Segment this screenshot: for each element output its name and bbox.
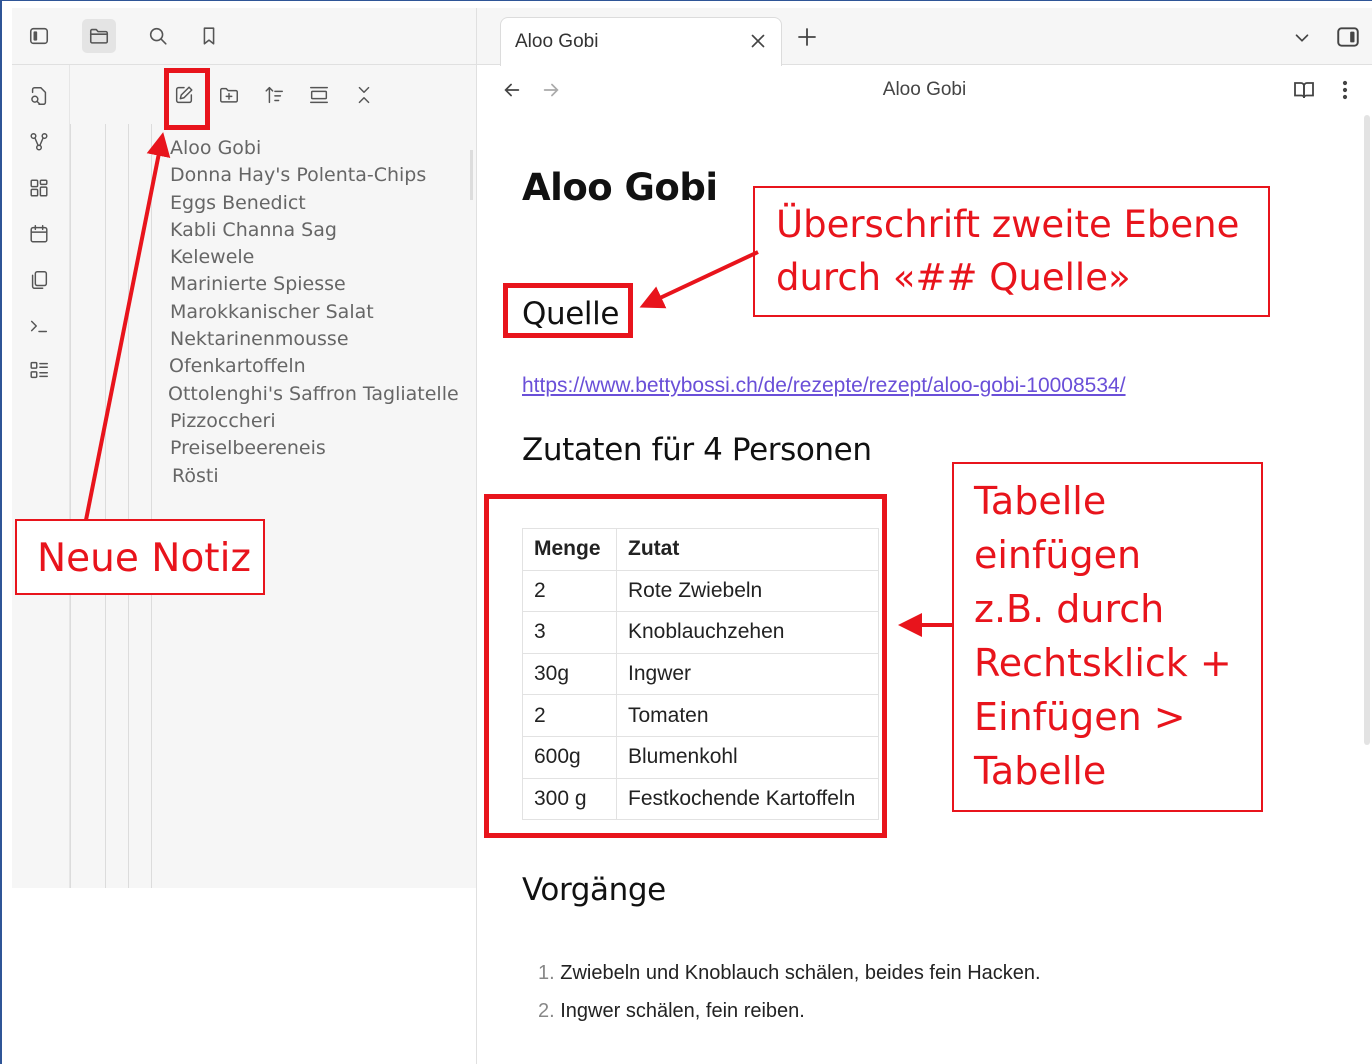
file-item[interactable]: Marokkanischer Salat bbox=[170, 299, 470, 326]
note-title: Aloo Gobi bbox=[522, 166, 718, 209]
bookmarks-tab-button[interactable] bbox=[192, 19, 226, 53]
tree-indent-guide bbox=[70, 124, 71, 888]
tab-bar: Aloo Gobi bbox=[477, 8, 1372, 66]
close-tab-button[interactable] bbox=[747, 30, 769, 52]
collapse-all-icon bbox=[358, 86, 370, 104]
annotation-table-line: Einfügen > bbox=[974, 695, 1186, 739]
files-tab-button[interactable] bbox=[82, 19, 116, 53]
annotation-highlight-heading bbox=[503, 283, 633, 338]
file-list-scrollbar[interactable] bbox=[470, 150, 473, 200]
command-palette-icon bbox=[30, 320, 48, 333]
sidebar-toolbar bbox=[12, 8, 476, 65]
annotation-table-line: z.B. durch bbox=[974, 587, 1165, 631]
folder-icon bbox=[89, 28, 109, 44]
chevron-down-icon bbox=[1295, 34, 1309, 42]
more-vertical-icon bbox=[1342, 80, 1348, 100]
source-link[interactable]: https://www.bettybossi.ch/de/rezepte/rez… bbox=[522, 374, 1126, 398]
right-sidebar-toggle[interactable] bbox=[1335, 24, 1361, 50]
tab-list-button[interactable] bbox=[1291, 27, 1313, 49]
list-item: 1. Zwiebeln und Knoblauch schälen, beide… bbox=[538, 954, 1041, 992]
sort-icon bbox=[265, 86, 283, 104]
templates-button[interactable] bbox=[24, 265, 54, 295]
bases-icon bbox=[30, 361, 48, 379]
quick-switcher-icon bbox=[31, 87, 47, 105]
search-icon bbox=[149, 27, 167, 45]
annotation-table-line: Tabelle bbox=[974, 749, 1107, 793]
list-number: 1. bbox=[538, 962, 555, 984]
annotation-highlight-new-note bbox=[164, 68, 210, 130]
command-palette-button[interactable] bbox=[24, 311, 54, 341]
ribbon bbox=[12, 65, 70, 888]
steps-list: 1. Zwiebeln und Knoblauch schälen, beide… bbox=[538, 954, 1041, 1030]
file-item[interactable]: Donna Hay's Polenta-Chips bbox=[170, 162, 470, 189]
view-title[interactable]: Aloo Gobi bbox=[477, 79, 1372, 101]
plus-icon bbox=[798, 28, 816, 46]
bases-button[interactable] bbox=[24, 355, 54, 385]
file-item[interactable]: Nektarinenmousse bbox=[170, 326, 470, 353]
bookmark-icon bbox=[203, 27, 215, 45]
list-number: 2. bbox=[538, 1000, 555, 1022]
search-tab-button[interactable] bbox=[141, 19, 175, 53]
list-text: Zwiebeln und Knoblauch schälen, beides f… bbox=[560, 962, 1041, 984]
file-list: Aloo Gobi Donna Hay's Polenta-Chips Eggs… bbox=[168, 135, 470, 490]
book-open-icon bbox=[1294, 82, 1314, 99]
collapse-all-button[interactable] bbox=[347, 78, 381, 112]
tree-indent-guide bbox=[128, 124, 129, 888]
annotation-table-line: Rechtsklick + bbox=[974, 641, 1232, 685]
heading-steps: Vorgänge bbox=[522, 872, 666, 908]
daily-note-button[interactable] bbox=[24, 219, 54, 249]
file-item[interactable]: Marinierte Spiesse bbox=[170, 271, 470, 298]
list-item: 2. Ingwer schälen, fein reiben. bbox=[538, 992, 1041, 1030]
heading-ingredients: Zutaten für 4 Personen bbox=[522, 432, 872, 468]
view-header: Aloo Gobi bbox=[477, 66, 1372, 116]
annotation-table-line: einfügen bbox=[974, 533, 1142, 577]
tab-aloo-gobi[interactable]: Aloo Gobi bbox=[500, 17, 782, 66]
calendar-icon bbox=[30, 225, 48, 243]
auto-reveal-icon bbox=[310, 86, 328, 104]
list-text: Ingwer schälen, fein reiben. bbox=[560, 1000, 805, 1022]
file-item[interactable]: Kelewele bbox=[170, 244, 470, 271]
annotation-table-line: Tabelle bbox=[974, 479, 1107, 523]
auto-reveal-button[interactable] bbox=[302, 78, 336, 112]
quick-switcher-button[interactable] bbox=[24, 81, 54, 111]
annotation-heading: Überschrift zweite Ebene durch «## Quell… bbox=[753, 186, 1270, 317]
new-tab-button[interactable] bbox=[795, 25, 819, 49]
sidebar-right-icon bbox=[1337, 27, 1359, 47]
close-icon bbox=[751, 34, 765, 48]
sort-button[interactable] bbox=[257, 78, 291, 112]
sidebar-toggle-icon bbox=[29, 27, 49, 45]
canvas-button[interactable] bbox=[24, 173, 54, 203]
new-folder-button[interactable] bbox=[212, 78, 246, 112]
annotation-highlight-table bbox=[484, 494, 887, 838]
file-item[interactable]: Ottolenghi's Saffron Tagliatelle bbox=[168, 381, 470, 408]
file-item[interactable]: Rösti bbox=[172, 463, 470, 490]
file-item[interactable]: Kabli Channa Sag bbox=[170, 217, 470, 244]
editor-scrollbar[interactable] bbox=[1364, 115, 1370, 745]
annotation-heading-line: Überschrift zweite Ebene bbox=[776, 203, 1240, 246]
annotation-table: Tabelle einfügen z.B. durch Rechtsklick … bbox=[952, 462, 1263, 812]
canvas-icon bbox=[30, 179, 48, 197]
templates-icon bbox=[31, 271, 48, 289]
reading-mode-button[interactable] bbox=[1292, 78, 1316, 102]
sidebar-empty-area bbox=[12, 888, 476, 1064]
tree-indent-guide bbox=[105, 124, 106, 888]
new-folder-icon bbox=[220, 87, 238, 103]
annotation-new-note: Neue Notiz bbox=[15, 519, 265, 595]
more-options-button[interactable] bbox=[1333, 78, 1357, 102]
graph-view-button[interactable] bbox=[24, 127, 54, 157]
file-item[interactable]: Ofenkartoffeln bbox=[169, 353, 470, 380]
annotation-heading-line: durch «## Quelle» bbox=[776, 256, 1131, 299]
graph-icon bbox=[30, 133, 48, 151]
file-item[interactable]: Aloo Gobi bbox=[170, 135, 470, 162]
sidebar-toggle-button[interactable] bbox=[22, 19, 56, 53]
tab-title: Aloo Gobi bbox=[515, 31, 599, 52]
file-item[interactable]: Pizzoccheri bbox=[170, 408, 470, 435]
file-item[interactable]: Eggs Benedict bbox=[170, 190, 470, 217]
tree-indent-guide bbox=[151, 124, 152, 888]
file-item[interactable]: Preiselbeereneis bbox=[170, 435, 470, 462]
